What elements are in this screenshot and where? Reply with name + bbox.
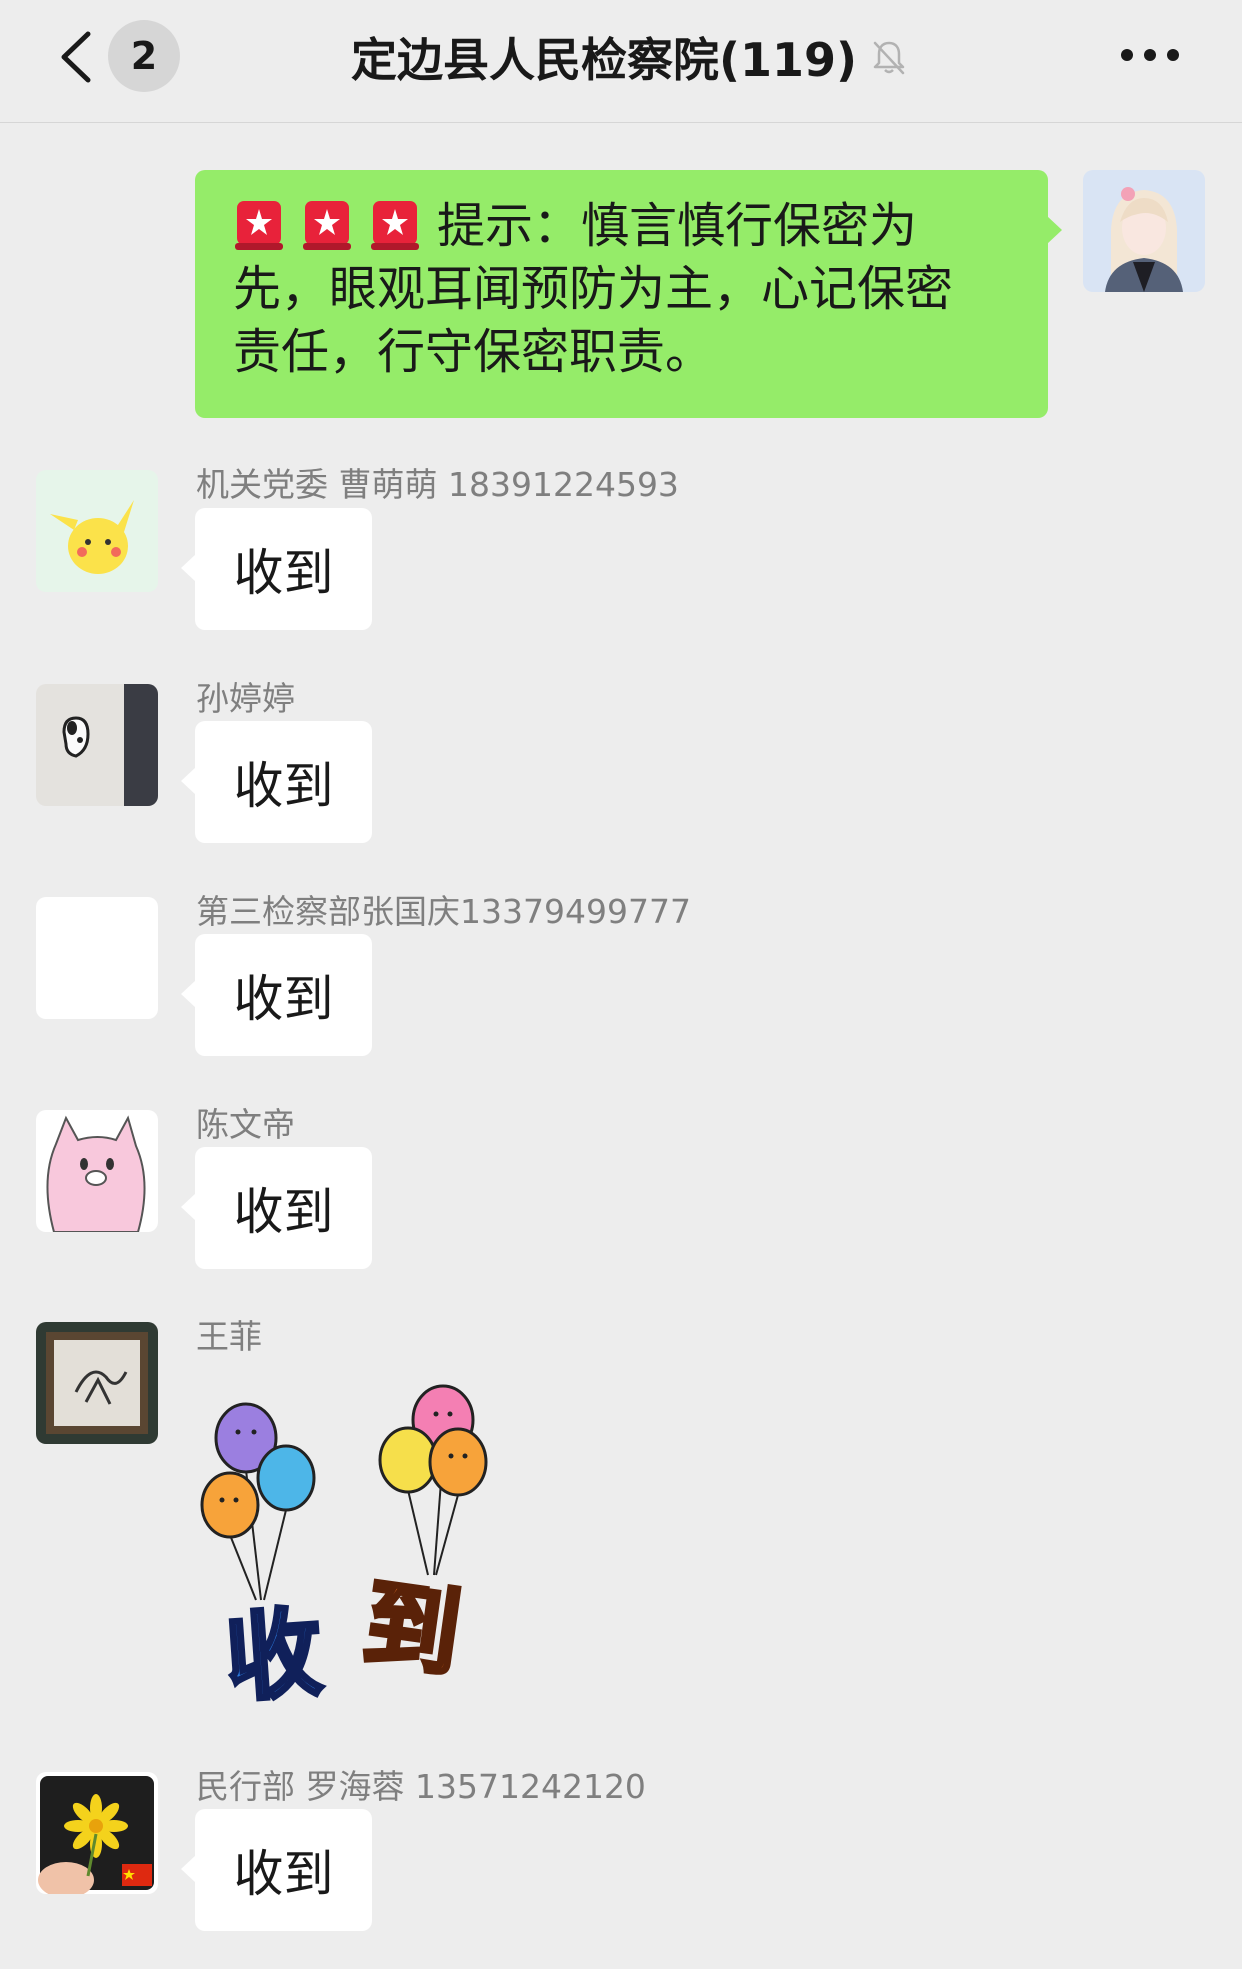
avatar-sender-6[interactable] — [36, 1772, 158, 1894]
back-button[interactable] — [52, 28, 102, 86]
message-bubble-6[interactable]: 收到 — [181, 1809, 372, 1931]
sticker-char-1: 收 — [222, 1597, 326, 1715]
more-options-button[interactable] — [1112, 30, 1192, 80]
chevron-left-icon — [61, 31, 91, 83]
rotating-light-icon — [303, 201, 351, 250]
notice-message-bubble[interactable]: 提示：慎言慎行保密为 先，眼观耳闻预防为主，心记保密 责任，行守保密职责。 — [195, 170, 1062, 418]
ellipsis-icon — [1121, 49, 1179, 61]
message-bubble-4[interactable]: 收到 — [181, 1147, 372, 1269]
rotating-light-icon — [235, 201, 283, 250]
message-bubble-2[interactable]: 收到 — [181, 721, 372, 843]
message-bubble-3[interactable]: 收到 — [181, 934, 372, 1056]
notice-text-1: 提示：慎言慎行保密为 — [437, 198, 918, 254]
chat-navbar: 2 定边县人民检察院(119) — [0, 0, 1242, 123]
notice-line-2: 先，眼观耳闻预防为主，心记保密 — [233, 261, 954, 317]
sender-name-2: 孙婷婷 — [196, 679, 295, 718]
avatar-sender-4[interactable] — [36, 1110, 158, 1232]
chat-title-area[interactable]: 定边县人民检察院(119) — [300, 22, 960, 92]
avatar-sender-5[interactable] — [36, 1322, 158, 1444]
avatar-sender-3[interactable] — [36, 897, 158, 1019]
avatar-sender-2[interactable] — [36, 684, 158, 806]
sender-name-4: 陈文帝 — [196, 1105, 295, 1144]
balloon-sticker[interactable]: 收 到 — [196, 1370, 541, 1717]
sender-name-1: 机关党委 曹萌萌 18391224593 — [196, 465, 679, 504]
unread-count-badge[interactable]: 2 — [108, 20, 180, 92]
message-bubble-1[interactable]: 收到 — [181, 508, 372, 630]
sender-name-5: 王菲 — [196, 1317, 262, 1356]
sender-name-6: 民行部 罗海蓉 13571242120 — [196, 1767, 646, 1806]
chat-title: 定边县人民检察院(119) — [350, 33, 858, 87]
avatar-sender-1[interactable] — [36, 470, 158, 592]
bell-slash-icon — [873, 41, 905, 75]
notice-line-3: 责任，行守保密职责。 — [233, 324, 714, 380]
notice-line-1: 提示：慎言慎行保密为 — [233, 195, 1020, 258]
sticker-char-2: 到 — [357, 1567, 468, 1691]
rotating-light-icon — [371, 201, 419, 250]
my-avatar[interactable] — [1083, 170, 1205, 292]
sender-name-3: 第三检察部张国庆13379499777 — [196, 892, 691, 931]
